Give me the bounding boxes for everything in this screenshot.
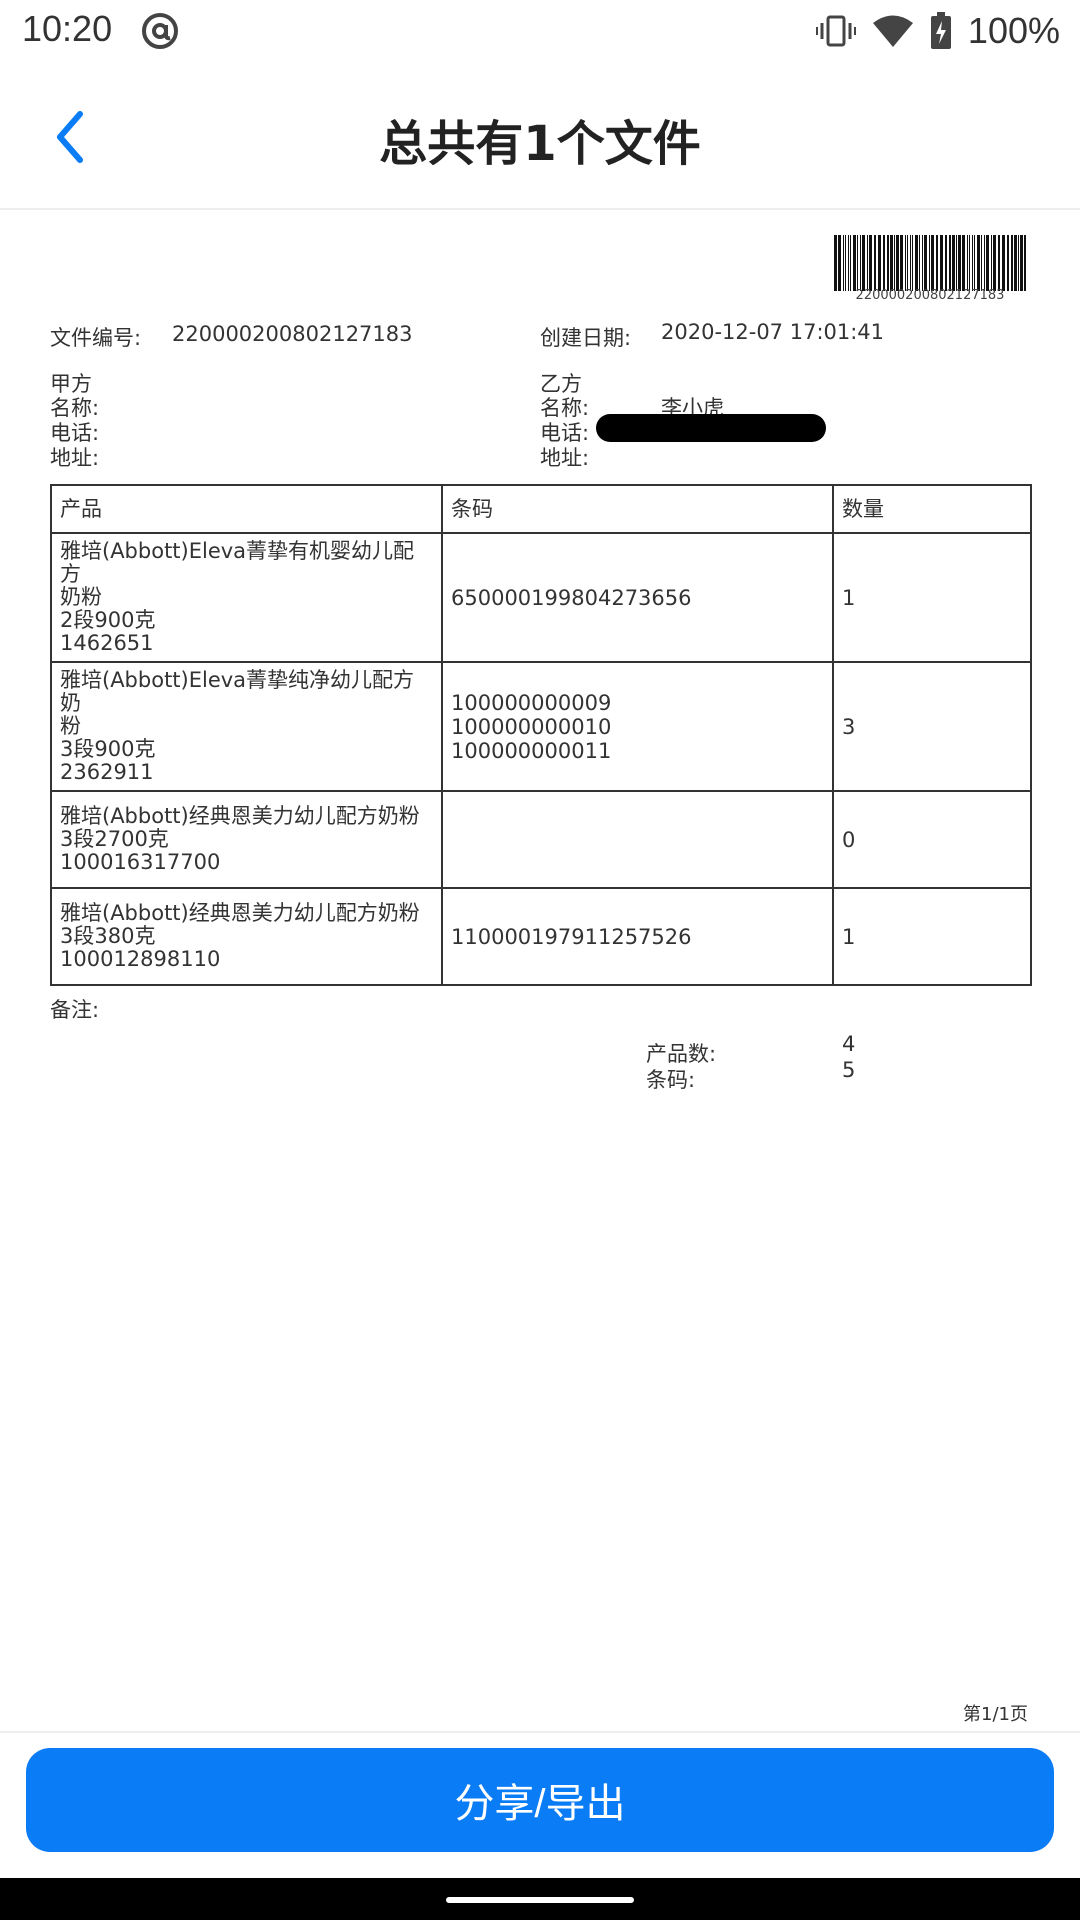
table-row: 雅培(Abbott)经典恩美力幼儿配方奶粉 3段380克 10001289811…: [50, 887, 1032, 986]
file-no-label: 文件编号:: [50, 326, 142, 350]
product-sku-line: 100016317700: [60, 850, 221, 874]
barcode-count-value: 5: [842, 1058, 856, 1082]
barcode-value: 100000000011: [451, 738, 612, 763]
product-sku-line: 1462651: [60, 631, 154, 655]
product-cell: 雅培(Abbott)经典恩美力幼儿配方奶粉 3段380克 10001289811…: [50, 887, 443, 986]
column-header-barcode: 条码: [441, 484, 834, 534]
product-cell: 雅培(Abbott)经典恩美力幼儿配方奶粉 3段2700克 1000163177…: [50, 790, 443, 889]
home-gesture-handle[interactable]: [446, 1897, 634, 1903]
footer-divider: [0, 1731, 1080, 1733]
product-count-value: 4: [842, 1032, 856, 1056]
product-name-line: 雅培(Abbott)Eleva菁挚纯净幼儿配方奶: [60, 668, 415, 715]
barcode-image: [834, 235, 1026, 291]
column-header-quantity: 数量: [832, 484, 1032, 534]
column-header-product: 产品: [50, 484, 443, 534]
table-header-row: 产品 条码 数量: [50, 484, 1032, 534]
system-nav-bar: [0, 1878, 1080, 1920]
barcode-value: 650000199804273656: [451, 585, 692, 610]
quantity-cell: 1: [832, 887, 1032, 986]
product-name-line: 雅培(Abbott)Eleva菁挚有机婴幼儿配方: [60, 539, 415, 586]
created-date-label: 创建日期:: [540, 326, 632, 350]
barcode-number: 220000200802127183: [855, 288, 1005, 303]
app-header: 总共有1个文件: [0, 62, 1080, 210]
barcode-count-label: 条码:: [646, 1068, 696, 1092]
barcode-cell: 110000197911257526: [441, 887, 834, 986]
table-row: 雅培(Abbott)经典恩美力幼儿配方奶粉 3段2700克 1000163177…: [50, 790, 1032, 889]
battery-percentage: 100%: [967, 10, 1060, 51]
created-date-value: 2020-12-07 17:01:41: [661, 320, 885, 344]
page-number: 第1/1页: [963, 1704, 1028, 1725]
product-table: 产品 条码 数量 雅培(Abbott)Eleva菁挚有机婴幼儿配方 奶粉 2段9…: [50, 484, 1032, 986]
status-time: 10:20: [22, 8, 113, 49]
product-sku-line: 100012898110: [60, 947, 221, 971]
product-spec-line: 3段2700克: [60, 827, 169, 851]
status-bar: 10:20 100%: [0, 0, 1080, 62]
share-export-button[interactable]: 分享/导出: [26, 1748, 1054, 1852]
vibrate-icon: [815, 15, 856, 47]
wifi-icon: [872, 15, 913, 47]
barcode-cell: 100000000009 100000000010 100000000011: [441, 661, 834, 792]
page-title: 总共有1个文件: [379, 116, 701, 172]
barcode-cell: 650000199804273656: [441, 532, 834, 663]
document-preview: 220000200802127183 文件编号: 220000200802127…: [0, 212, 1080, 1732]
product-spec-line: 2段900克: [60, 608, 156, 632]
party-a-address-label: 地址:: [50, 446, 100, 470]
table-row: 雅培(Abbott)Eleva菁挚有机婴幼儿配方 奶粉 2段900克 14626…: [50, 532, 1032, 663]
at-sign-icon: [142, 13, 178, 49]
product-name-line: 雅培(Abbott)经典恩美力幼儿配方奶粉: [60, 901, 420, 925]
product-name-line: 粉: [60, 714, 81, 738]
barcode-cell: [441, 790, 834, 889]
product-cell: 雅培(Abbott)Eleva菁挚有机婴幼儿配方 奶粉 2段900克 14626…: [50, 532, 443, 663]
barcode-value: 110000197911257526: [451, 924, 692, 949]
product-name-line: 雅培(Abbott)经典恩美力幼儿配方奶粉: [60, 804, 420, 828]
product-spec-line: 3段900克: [60, 737, 156, 761]
product-sku-line: 2362911: [60, 760, 154, 784]
product-cell: 雅培(Abbott)Eleva菁挚纯净幼儿配方奶 粉 3段900克 236291…: [50, 661, 443, 792]
barcode-value: 100000000009: [451, 690, 612, 715]
status-icons: 100%: [815, 8, 1060, 54]
party-b-address-label: 地址:: [540, 446, 590, 470]
product-name-line: 奶粉: [60, 585, 102, 609]
table-row: 雅培(Abbott)Eleva菁挚纯净幼儿配方奶 粉 3段900克 236291…: [50, 661, 1032, 792]
product-spec-line: 3段380克: [60, 924, 156, 948]
battery-icon: [930, 12, 951, 49]
remark-label: 备注:: [50, 998, 100, 1022]
redaction-bar: [596, 414, 826, 442]
quantity-cell: 1: [832, 532, 1032, 663]
quantity-cell: 3: [832, 661, 1032, 792]
barcode-value: 100000000010: [451, 714, 612, 739]
quantity-cell: 0: [832, 790, 1032, 889]
file-no-value: 220000200802127183: [172, 322, 413, 346]
